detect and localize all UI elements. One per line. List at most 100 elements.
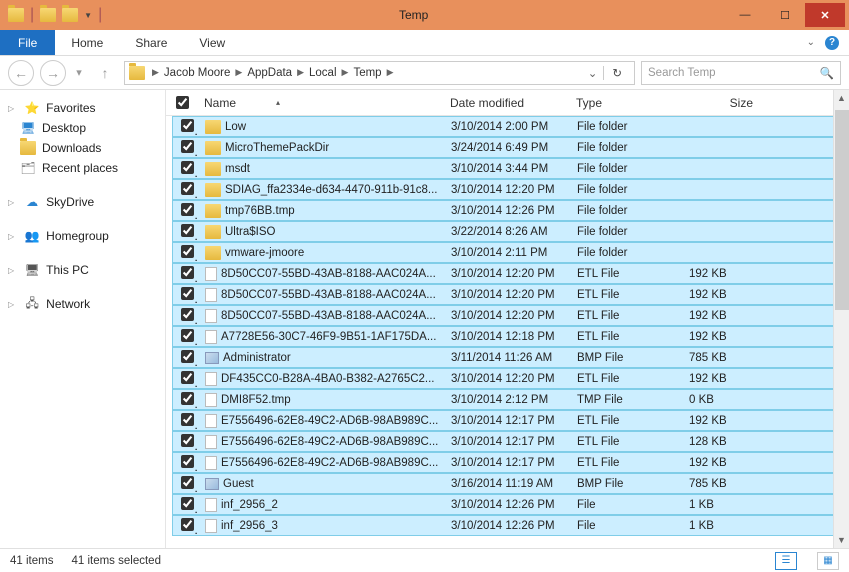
chevron-right-icon[interactable]: ▶ <box>384 67 397 78</box>
sidebar-skydrive[interactable]: ☁SkyDrive <box>0 192 165 212</box>
crumb[interactable]: Local <box>307 67 339 79</box>
folder-icon <box>205 162 221 176</box>
qat-properties-icon[interactable] <box>40 8 56 22</box>
file-row[interactable]: DMI8F52.tmp3/10/2014 2:12 PMTMP File0 KB <box>172 389 843 410</box>
file-row[interactable]: inf_2956_23/10/2014 12:26 PMFile1 KB <box>172 494 843 515</box>
row-checkbox[interactable] <box>181 245 194 258</box>
tab-view[interactable]: View <box>183 30 241 55</box>
row-checkbox[interactable] <box>181 140 194 153</box>
details-view-button[interactable]: ☰ <box>775 552 797 570</box>
chevron-right-icon[interactable]: ▶ <box>294 67 307 78</box>
sidebar-item-desktop[interactable]: 🖥Desktop <box>0 118 165 138</box>
file-row[interactable]: tmp76BB.tmp3/10/2014 12:26 PMFile folder <box>172 200 843 221</box>
crumb[interactable]: Jacob Moore <box>162 67 232 79</box>
file-row[interactable]: Low3/10/2014 2:00 PMFile folder <box>172 116 843 137</box>
file-row[interactable]: 8D50CC07-55BD-43AB-8188-AAC024A...3/10/2… <box>172 263 843 284</box>
ribbon-expand-icon[interactable]: ⌄ <box>807 37 815 48</box>
file-row[interactable]: inf_2956_33/10/2014 12:26 PMFile1 KB <box>172 515 843 536</box>
address-dropdown-icon[interactable]: ⌄ <box>582 66 604 80</box>
minimize-button[interactable]: — <box>725 3 765 27</box>
sidebar-network[interactable]: 🖧Network <box>0 294 165 314</box>
file-row[interactable]: E7556496-62E8-49C2-AD6B-98AB989C...3/10/… <box>172 410 843 431</box>
qat-newfolder-icon[interactable] <box>62 8 78 22</box>
row-checkbox[interactable] <box>181 518 194 531</box>
help-icon[interactable]: ? <box>825 36 839 50</box>
file-row[interactable]: 8D50CC07-55BD-43AB-8188-AAC024A...3/10/2… <box>172 284 843 305</box>
row-checkbox[interactable] <box>181 434 194 447</box>
sidebar-thispc[interactable]: 🖥This PC <box>0 260 165 280</box>
file-tab[interactable]: File <box>0 30 55 55</box>
file-type: BMP File <box>569 352 681 364</box>
row-checkbox[interactable] <box>181 413 194 426</box>
column-date[interactable]: Date modified <box>442 90 568 115</box>
scroll-up-icon[interactable]: ▲ <box>834 90 849 106</box>
sidebar-item-recent[interactable]: 🗂Recent places <box>0 158 165 178</box>
file-icon <box>205 288 217 302</box>
file-row[interactable]: E7556496-62E8-49C2-AD6B-98AB989C...3/10/… <box>172 431 843 452</box>
sidebar-item-downloads[interactable]: Downloads <box>0 138 165 158</box>
tab-share[interactable]: Share <box>119 30 183 55</box>
row-checkbox[interactable] <box>181 182 194 195</box>
file-row[interactable]: E7556496-62E8-49C2-AD6B-98AB989C...3/10/… <box>172 452 843 473</box>
scroll-thumb[interactable] <box>835 110 849 310</box>
column-size[interactable]: Size <box>680 90 762 115</box>
chevron-right-icon[interactable]: ▶ <box>232 67 245 78</box>
up-button[interactable]: ↑ <box>92 60 118 86</box>
close-button[interactable]: ✕ <box>805 3 845 27</box>
file-size: 785 KB <box>681 352 763 364</box>
qat-dropdown-icon[interactable]: ▼ <box>84 11 92 20</box>
select-all-checkbox[interactable] <box>176 96 189 109</box>
row-checkbox[interactable] <box>181 224 194 237</box>
sidebar-favorites[interactable]: ⭐Favorites <box>0 98 165 118</box>
tab-home[interactable]: Home <box>55 30 119 55</box>
file-row[interactable]: Guest3/16/2014 11:19 AMBMP File785 KB <box>172 473 843 494</box>
crumb[interactable]: AppData <box>245 67 294 79</box>
file-row[interactable]: 8D50CC07-55BD-43AB-8188-AAC024A...3/10/2… <box>172 305 843 326</box>
search-input[interactable]: Search Temp 🔍 <box>641 61 841 85</box>
forward-button[interactable]: → <box>40 60 66 86</box>
folder-icon <box>205 225 221 239</box>
row-checkbox[interactable] <box>181 371 194 384</box>
file-type: File folder <box>569 142 681 154</box>
file-date: 3/10/2014 2:12 PM <box>443 394 569 406</box>
row-checkbox[interactable] <box>181 476 194 489</box>
file-row[interactable]: Ultra$ISO3/22/2014 8:26 AMFile folder <box>172 221 843 242</box>
vertical-scrollbar[interactable]: ▲ ▼ <box>833 90 849 548</box>
row-checkbox[interactable] <box>181 266 194 279</box>
crumb[interactable]: Temp <box>351 67 383 79</box>
row-checkbox[interactable] <box>181 329 194 342</box>
file-row[interactable]: MicroThemePackDir3/24/2014 6:49 PMFile f… <box>172 137 843 158</box>
file-name: E7556496-62E8-49C2-AD6B-98AB989C... <box>221 436 438 448</box>
row-checkbox[interactable] <box>181 287 194 300</box>
column-type[interactable]: Type <box>568 90 680 115</box>
file-row[interactable]: msdt3/10/2014 3:44 PMFile folder <box>172 158 843 179</box>
column-name[interactable]: Name▴ <box>196 90 442 115</box>
file-type: ETL File <box>569 331 681 343</box>
file-row[interactable]: vmware-jmoore3/10/2014 2:11 PMFile folde… <box>172 242 843 263</box>
file-type: ETL File <box>569 415 681 427</box>
row-checkbox[interactable] <box>181 455 194 468</box>
folder-icon <box>205 246 221 260</box>
row-checkbox[interactable] <box>181 161 194 174</box>
file-row[interactable]: SDIAG_ffa2334e-d634-4470-911b-91c8...3/1… <box>172 179 843 200</box>
sidebar-homegroup[interactable]: 👥Homegroup <box>0 226 165 246</box>
maximize-button[interactable]: ☐ <box>765 3 805 27</box>
row-checkbox[interactable] <box>181 392 194 405</box>
chevron-right-icon[interactable]: ▶ <box>339 67 352 78</box>
back-button[interactable]: ← <box>8 60 34 86</box>
address-bar[interactable]: ▶ Jacob Moore ▶ AppData ▶ Local ▶ Temp ▶… <box>124 61 635 85</box>
row-checkbox[interactable] <box>181 203 194 216</box>
file-row[interactable]: Administrator3/11/2014 11:26 AMBMP File7… <box>172 347 843 368</box>
history-dropdown[interactable]: ▾ <box>72 60 86 86</box>
row-checkbox[interactable] <box>181 350 194 363</box>
status-bar: 41 items 41 items selected ☰ ▦ <box>0 548 849 572</box>
file-row[interactable]: A7728E56-30C7-46F9-9B51-1AF175DA...3/10/… <box>172 326 843 347</box>
row-checkbox[interactable] <box>181 119 194 132</box>
scroll-down-icon[interactable]: ▼ <box>834 532 849 548</box>
icons-view-button[interactable]: ▦ <box>817 552 839 570</box>
row-checkbox[interactable] <box>181 308 194 321</box>
row-checkbox[interactable] <box>181 497 194 510</box>
file-row[interactable]: DF435CC0-B28A-4BA0-B382-A2765C2...3/10/2… <box>172 368 843 389</box>
chevron-right-icon[interactable]: ▶ <box>149 67 162 78</box>
refresh-icon[interactable]: ↻ <box>603 66 630 80</box>
